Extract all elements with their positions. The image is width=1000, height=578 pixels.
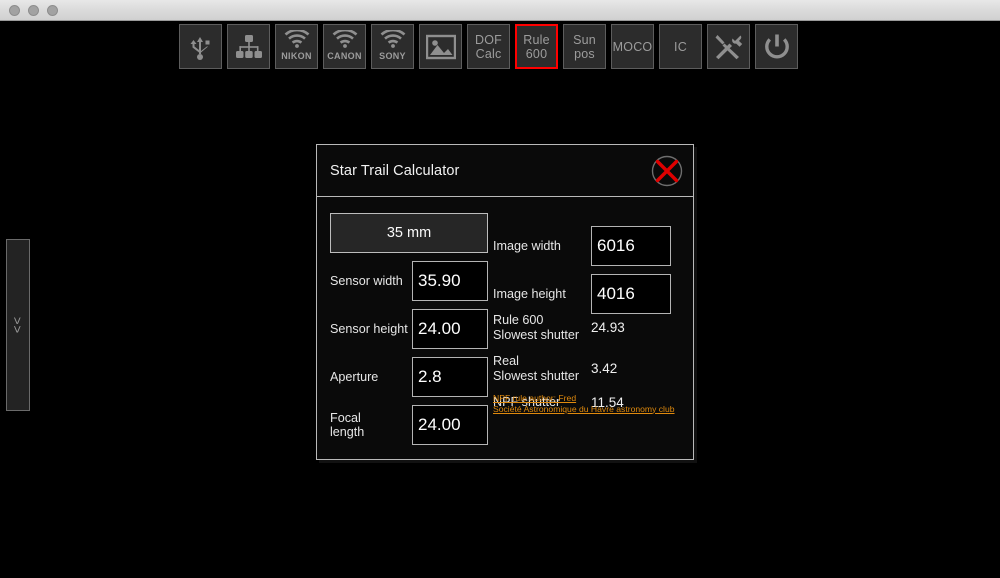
focal-length-input[interactable]: 24.00 — [412, 405, 488, 445]
toolbar-button-label-2: Calc — [475, 46, 502, 61]
real-shutter-value: 3.42 — [591, 361, 618, 376]
toolbar-button-label: MOCO — [612, 39, 653, 54]
rule-600-value: 24.93 — [591, 320, 625, 335]
minimize-window-button[interactable] — [28, 5, 39, 16]
dialog-title: Star Trail Calculator — [330, 162, 460, 179]
focal-length-row: Focal length 24.00 — [330, 405, 493, 445]
toolbar-button-sony-wifi[interactable]: SONY — [371, 24, 414, 69]
image-width-row: Image width 6016 — [493, 226, 693, 266]
toolbar-button-label: DOF — [475, 32, 502, 47]
toolbar-button-nikon-wifi[interactable]: NIKON — [275, 24, 318, 69]
sensor-width-label: Sensor width — [330, 274, 403, 288]
tools-icon — [715, 33, 743, 60]
toolbar-button-label-2: pos — [574, 46, 595, 61]
image-height-row: Image height 4016 — [493, 274, 693, 314]
close-window-button[interactable] — [9, 5, 20, 16]
sensor-height-label: Sensor height — [330, 322, 408, 336]
toolbar-button-gallery[interactable] — [419, 24, 462, 69]
toolbar-button-canon-wifi[interactable]: CANON — [323, 24, 366, 69]
toolbar-button-tools[interactable] — [707, 24, 750, 69]
zoom-window-button[interactable] — [47, 5, 58, 16]
image-height-input[interactable]: 4016 — [591, 274, 671, 314]
power-icon — [763, 33, 791, 61]
toolbar-button-dof-calc[interactable]: DOF Calc — [467, 24, 510, 69]
sensor-width-input[interactable]: 35.90 — [412, 261, 488, 301]
toolbar-button-usb[interactable] — [179, 24, 222, 69]
network-icon — [235, 34, 263, 60]
toolbar-button-label: SONY — [379, 51, 406, 61]
dialog-body: 35 mm Sensor width 35.90 Sensor height 2… — [317, 197, 693, 459]
sensor-height-input[interactable]: 24.00 — [412, 309, 488, 349]
toolbar-button-ic[interactable]: IC — [659, 24, 702, 69]
dialog-header: Star Trail Calculator — [317, 145, 693, 197]
wifi-icon — [332, 30, 358, 48]
npf-credit-line-1: NPF rule author: Fred — [493, 393, 577, 403]
aperture-label: Aperture — [330, 370, 379, 384]
toolbar-button-power[interactable] — [755, 24, 798, 69]
wifi-icon — [380, 30, 406, 48]
toolbar-button-network[interactable] — [227, 24, 270, 69]
sensor-width-row: Sensor width 35.90 — [330, 261, 493, 301]
npf-credit-link[interactable]: NPF rule author: Fred Société Astronomiq… — [493, 393, 689, 414]
real-shutter-result-row: Real Slowest shutter 3.42 — [493, 354, 693, 383]
toolbar-button-label: NIKON — [281, 51, 312, 61]
image-width-label: Image width — [493, 238, 561, 253]
close-dialog-button[interactable] — [651, 155, 683, 187]
focal-length-label: Focal length — [330, 411, 365, 439]
traffic-lights — [9, 5, 58, 16]
npf-credit-line-2: Société Astronomique du Havre astronomy … — [493, 403, 675, 414]
toolbar-button-rule-600[interactable]: Rule 600 — [515, 24, 558, 69]
usb-icon — [189, 34, 213, 60]
aperture-input[interactable]: 2.8 — [412, 357, 488, 397]
toolbar-button-moco[interactable]: MOCO — [611, 24, 654, 69]
rule-600-result-row: Rule 600 Slowest shutter 24.93 — [493, 313, 693, 342]
main-toolbar: NIKON CANON SONY DOF Calc Rule 600 Sun p… — [179, 24, 798, 69]
drawer-chevron-icon: >> — [10, 316, 26, 334]
wifi-icon — [284, 30, 310, 48]
real-shutter-label: Real Slowest shutter — [493, 354, 580, 383]
window-titlebar — [0, 0, 1000, 21]
toolbar-button-label: IC — [674, 39, 687, 54]
sensor-preset-button[interactable]: 35 mm — [330, 213, 488, 253]
toolbar-button-label-2: 600 — [525, 46, 548, 61]
expand-drawer-handle[interactable]: >> — [6, 239, 30, 411]
sensor-height-row: Sensor height 24.00 — [330, 309, 493, 349]
picture-icon — [425, 34, 456, 60]
app-window: NIKON CANON SONY DOF Calc Rule 600 Sun p… — [0, 0, 1000, 578]
toolbar-button-sun-pos[interactable]: Sun pos — [563, 24, 606, 69]
toolbar-button-label: Sun — [573, 32, 596, 47]
image-height-label: Image height — [493, 286, 566, 301]
star-trail-calculator-dialog: Star Trail Calculator 35 mm Sensor width… — [316, 144, 694, 460]
rule-600-label: Rule 600 Slowest shutter — [493, 313, 580, 342]
toolbar-button-label: Rule — [523, 32, 550, 47]
aperture-row: Aperture 2.8 — [330, 357, 493, 397]
image-width-input[interactable]: 6016 — [591, 226, 671, 266]
toolbar-button-label: CANON — [327, 51, 362, 61]
